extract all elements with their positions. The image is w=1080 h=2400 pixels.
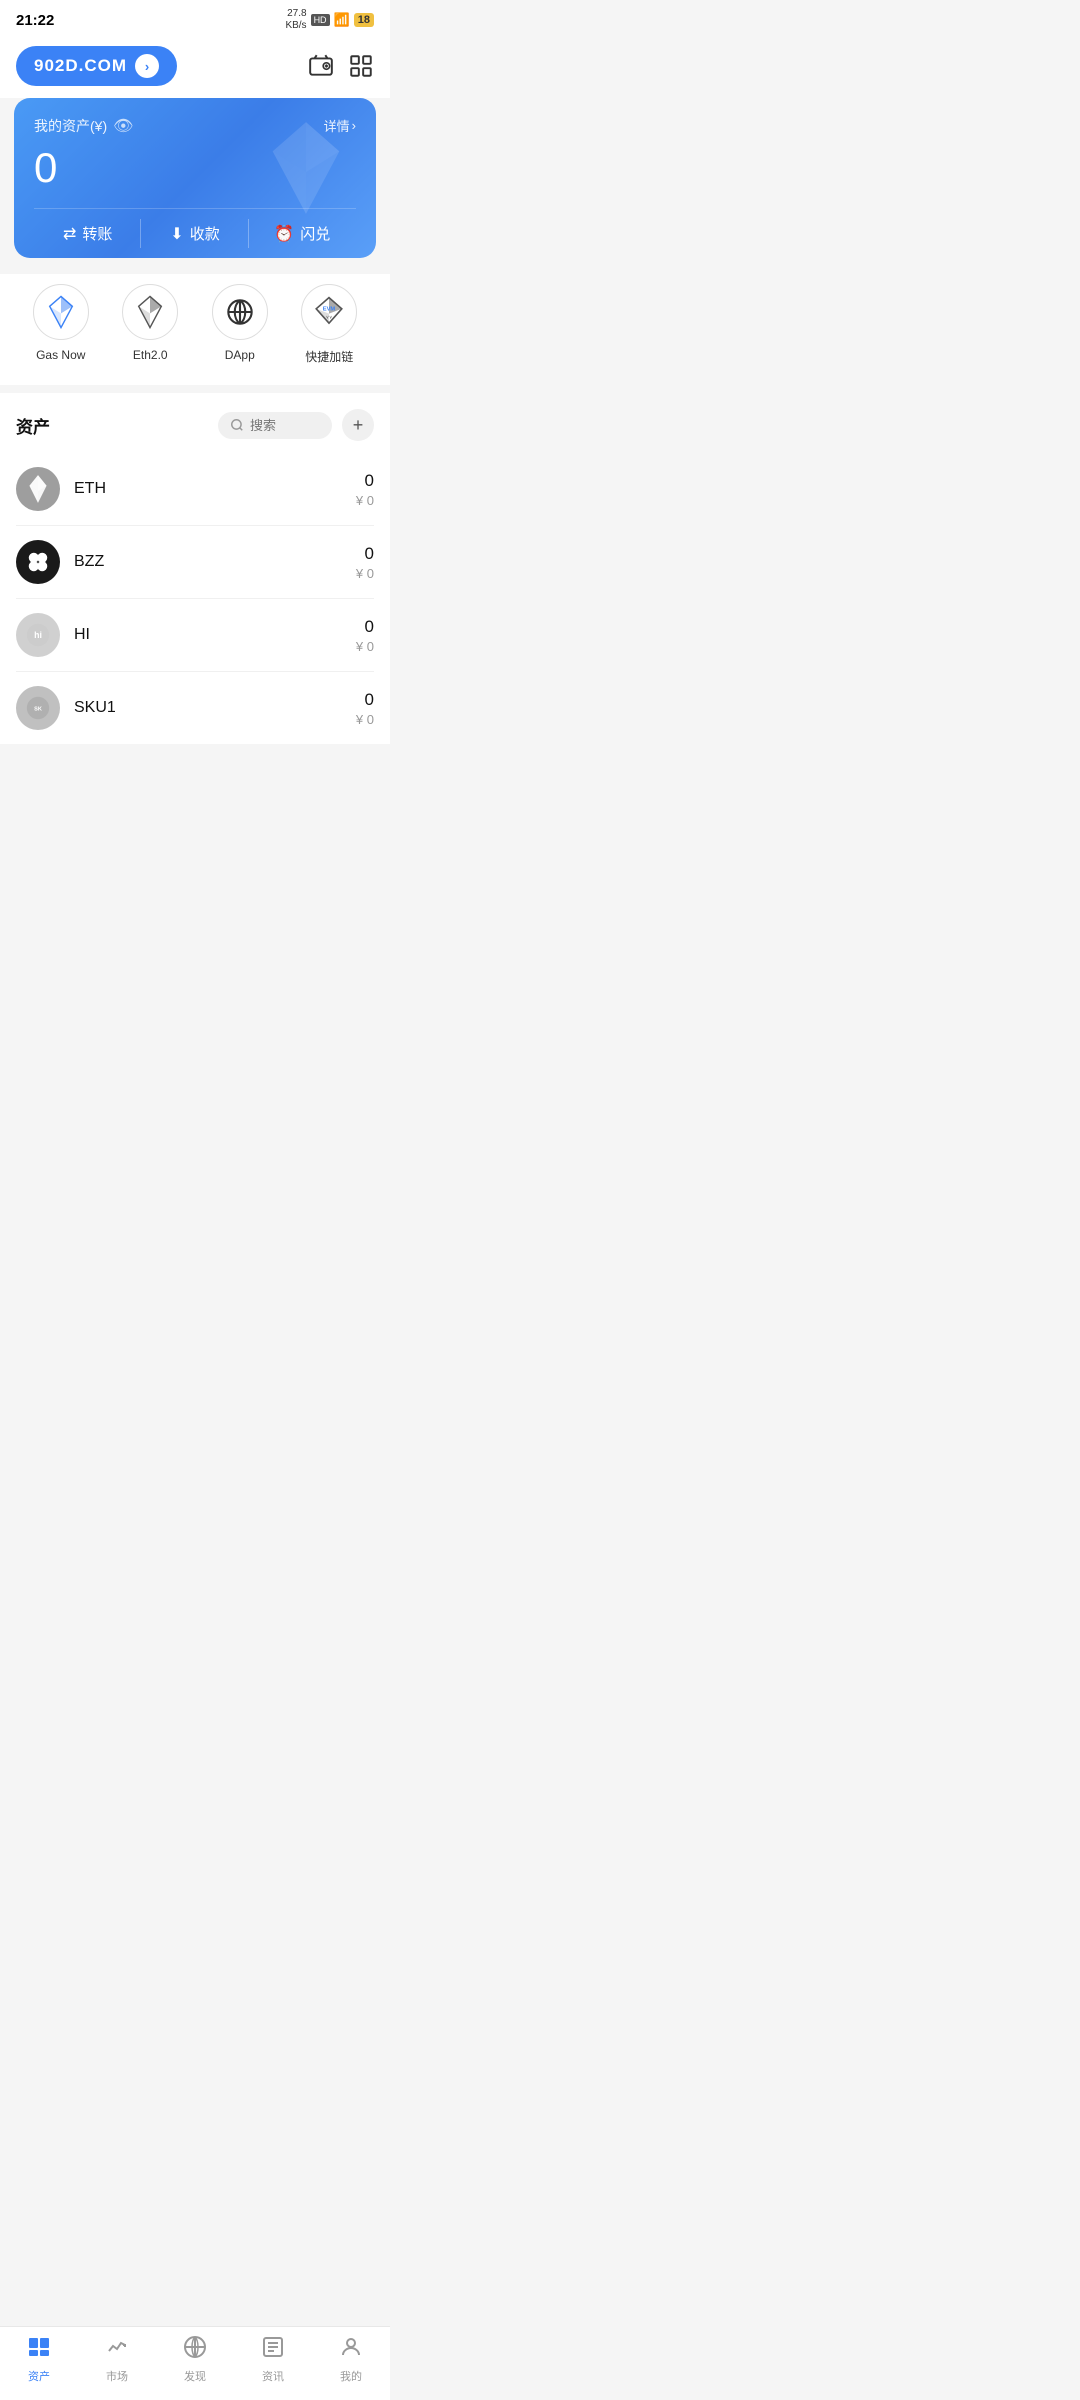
hi-token-amount: 0 (356, 617, 374, 637)
nav-item-mine[interactable]: 我的 (321, 2335, 381, 2384)
exchange-button[interactable]: ⏰ 闪兑 (249, 209, 356, 258)
status-bar: 21:22 27.8KB/s HD 📶 18 (0, 0, 390, 36)
eth-token-cny: ¥ 0 (356, 493, 374, 508)
sku1-token-name: SKU1 (74, 699, 356, 717)
token-item-eth[interactable]: ETH 0 ¥ 0 (16, 453, 374, 526)
market-nav-icon (105, 2335, 129, 2365)
quick-item-gas-now[interactable]: Gas Now (33, 284, 89, 365)
quick-chain-label: 快捷加链 (305, 348, 353, 365)
eye-icon[interactable]: 👁 (113, 116, 133, 136)
battery-icon: 18 (354, 13, 374, 27)
quick-item-dapp[interactable]: DApp (212, 284, 268, 365)
eth-token-name: ETH (74, 480, 356, 498)
hi-token-values: 0 ¥ 0 (356, 617, 374, 654)
status-time: 21:22 (16, 12, 54, 29)
svg-text:∨∨: ∨∨ (326, 314, 333, 319)
mine-nav-label: 我的 (340, 2368, 362, 2384)
hd-badge: HD (311, 14, 330, 26)
quick-item-eth2[interactable]: Eth2.0 (122, 284, 178, 365)
search-box[interactable] (218, 412, 332, 439)
svg-text:EVM: EVM (323, 306, 336, 312)
sku1-token-cny: ¥ 0 (356, 712, 374, 727)
header-icons (308, 53, 374, 79)
bzz-token-amount: 0 (356, 544, 374, 564)
eth-token-amount: 0 (356, 471, 374, 491)
nav-item-market[interactable]: 市场 (87, 2335, 147, 2384)
gas-now-label: Gas Now (36, 348, 85, 362)
eth-diamond-bg (256, 118, 356, 223)
asset-actions: ⇄ 转账 ⬇ 收款 ⏰ 闪兑 (34, 208, 356, 258)
sku1-token-icon: SK (16, 686, 60, 730)
bottom-nav: 资产 市场 发现 (0, 2326, 390, 2400)
quick-menu: Gas Now Eth2.0 DApp (0, 274, 390, 385)
add-token-button[interactable]: + (342, 409, 374, 441)
search-input[interactable] (250, 418, 320, 433)
token-item-hi[interactable]: hi HI 0 ¥ 0 (16, 599, 374, 672)
eth2-icon-wrap (122, 284, 178, 340)
signal-icon: 📶 (334, 12, 350, 28)
dapp-icon-wrap (212, 284, 268, 340)
token-list: ETH 0 ¥ 0 BZZ 0 ¥ 0 (0, 453, 390, 744)
svg-text:SK: SK (34, 706, 42, 712)
svg-text:hi: hi (34, 630, 42, 640)
assets-title: 资产 (16, 413, 50, 438)
scan-button[interactable] (348, 53, 374, 79)
bzz-token-values: 0 ¥ 0 (356, 544, 374, 581)
add-wallet-button[interactable] (308, 53, 334, 79)
eth-token-icon (16, 467, 60, 511)
hi-token-name: HI (74, 626, 356, 644)
mine-nav-icon (339, 2335, 363, 2365)
token-item-sku1[interactable]: SK SKU1 0 ¥ 0 (16, 672, 374, 744)
market-nav-label: 市场 (106, 2368, 128, 2384)
transfer-icon: ⇄ (63, 224, 76, 244)
bzz-token-cny: ¥ 0 (356, 566, 374, 581)
hi-token-icon: hi (16, 613, 60, 657)
assets-header: 资产 + (0, 393, 390, 453)
quick-item-quick-chain[interactable]: EVM ∨∨ 快捷加链 (301, 284, 357, 365)
exchange-icon: ⏰ (274, 224, 294, 244)
nav-item-assets[interactable]: 资产 (9, 2335, 69, 2384)
assets-nav-icon (27, 2335, 51, 2365)
header: 902D.COM › (0, 36, 390, 98)
receive-button[interactable]: ⬇ 收款 (141, 209, 248, 258)
nav-item-news[interactable]: 资讯 (243, 2335, 303, 2384)
brand-arrow-icon: › (135, 54, 159, 78)
asset-label: 我的资产(¥) 👁 (34, 116, 133, 136)
brand-name: 902D.COM (34, 56, 127, 76)
sku1-token-amount: 0 (356, 690, 374, 710)
news-nav-icon (261, 2335, 285, 2365)
quick-chain-icon-wrap: EVM ∨∨ (301, 284, 357, 340)
discover-nav-icon (183, 2335, 207, 2365)
transfer-button[interactable]: ⇄ 转账 (34, 209, 141, 258)
asset-card: 我的资产(¥) 👁 详情 › 0 ⇄ 转账 ⬇ 收款 ⏰ 闪兑 (14, 98, 376, 258)
eth-token-values: 0 ¥ 0 (356, 471, 374, 508)
brand-button[interactable]: 902D.COM › (16, 46, 177, 86)
sku1-token-values: 0 ¥ 0 (356, 690, 374, 727)
nav-item-discover[interactable]: 发现 (165, 2335, 225, 2384)
bzz-token-icon (16, 540, 60, 584)
dapp-label: DApp (225, 348, 255, 362)
discover-nav-label: 发现 (184, 2368, 206, 2384)
search-icon (230, 418, 244, 432)
eth2-label: Eth2.0 (133, 348, 168, 362)
receive-icon: ⬇ (170, 224, 183, 244)
news-nav-label: 资讯 (262, 2368, 284, 2384)
search-add-row: + (218, 409, 374, 441)
assets-nav-label: 资产 (28, 2368, 50, 2384)
bzz-token-name: BZZ (74, 553, 356, 571)
token-item-bzz[interactable]: BZZ 0 ¥ 0 (16, 526, 374, 599)
gas-now-icon-wrap (33, 284, 89, 340)
hi-token-cny: ¥ 0 (356, 639, 374, 654)
assets-section: 资产 + E (0, 393, 390, 744)
status-icons: 27.8KB/s HD 📶 18 (285, 8, 374, 32)
network-speed: 27.8KB/s (285, 8, 306, 32)
